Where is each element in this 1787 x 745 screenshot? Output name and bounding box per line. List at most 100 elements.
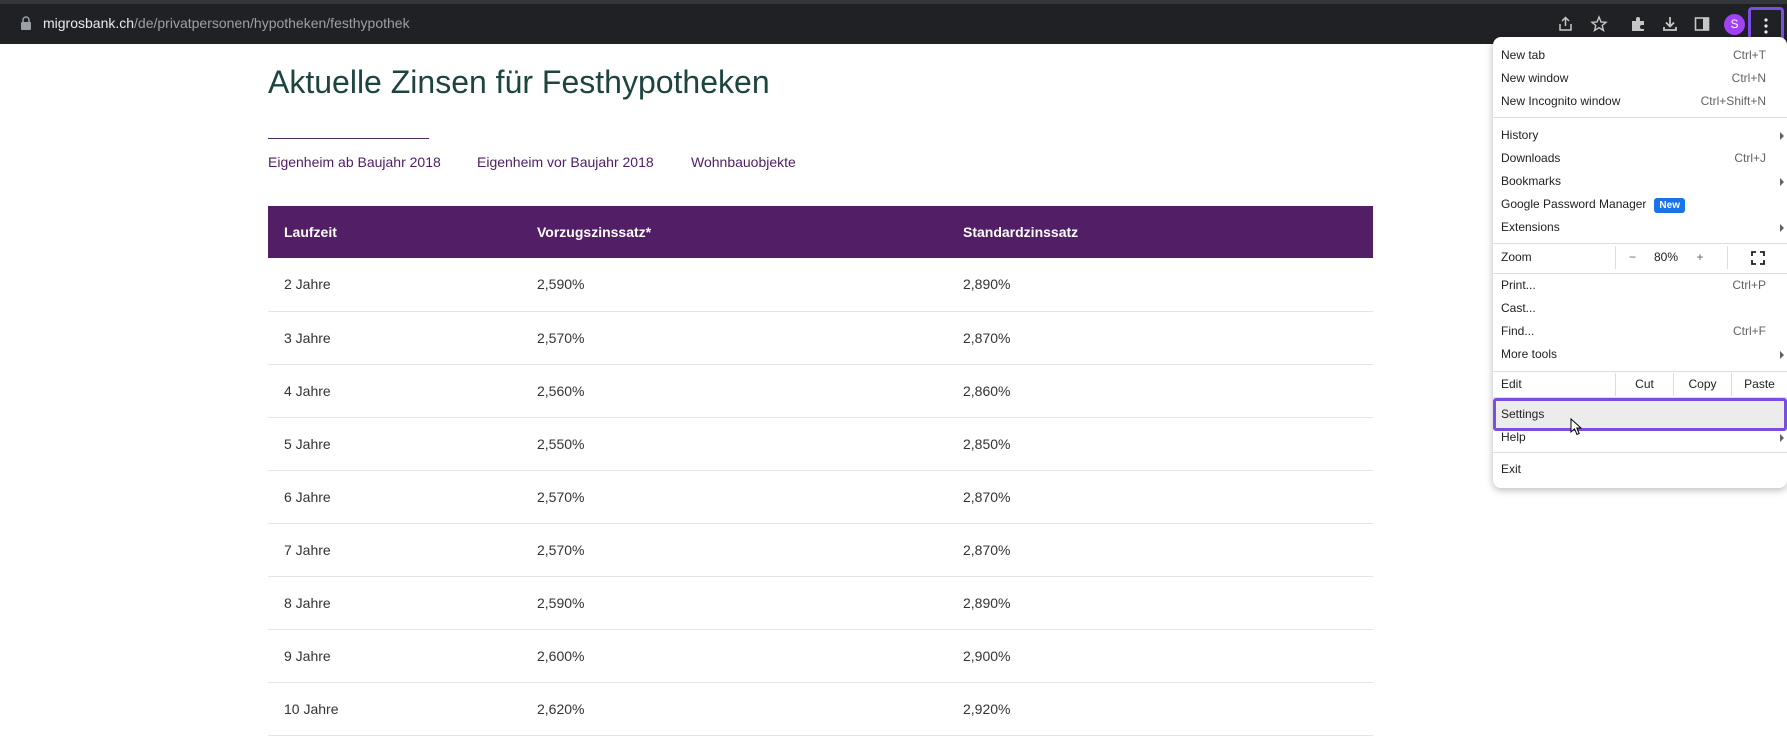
- term-cell: 7 Jahre: [268, 523, 521, 577]
- zoom-label: Zoom: [1501, 250, 1532, 264]
- menu-item-label: Google Password Manager: [1501, 197, 1647, 211]
- standard-rate-cell: 2,890%: [947, 576, 1373, 630]
- menu-bookmarks[interactable]: Bookmarks: [1493, 170, 1787, 193]
- menu-password-manager[interactable]: Google Password Manager New: [1493, 193, 1787, 216]
- menu-item-label: Help: [1501, 430, 1526, 444]
- fullscreen-icon: [1750, 251, 1765, 265]
- menu-extensions[interactable]: Extensions: [1493, 216, 1787, 239]
- header-laufzeit: Laufzeit: [268, 206, 521, 258]
- copy-button[interactable]: Copy: [1673, 373, 1731, 396]
- menu-item-label: Downloads: [1501, 151, 1561, 165]
- table-row: 9 Jahre 2,600% 2,900%: [268, 629, 1373, 683]
- table-row: 2 Jahre 2,590% 2,890%: [268, 258, 1373, 312]
- table-row: 6 Jahre 2,570% 2,870%: [268, 470, 1373, 524]
- profile-avatar[interactable]: S: [1724, 14, 1745, 35]
- tab-wohnbauobjekte[interactable]: Wohnbauobjekte: [691, 154, 796, 170]
- menu-item-label: Find...: [1501, 324, 1535, 338]
- standard-rate-cell: 2,870%: [947, 523, 1373, 577]
- menu-help[interactable]: Help: [1493, 426, 1787, 449]
- menu-shortcut: Ctrl+T: [1733, 48, 1766, 62]
- edit-label: Edit: [1501, 377, 1522, 391]
- term-cell: 5 Jahre: [268, 417, 521, 471]
- preferred-rate-cell: 2,590%: [521, 576, 947, 630]
- preferred-rate-cell: 2,600%: [521, 629, 947, 683]
- preferred-rate-cell: 2,570%: [521, 470, 947, 524]
- menu-shortcut: Ctrl+J: [1734, 151, 1766, 165]
- term-cell: 2 Jahre: [268, 258, 521, 312]
- menu-item-label: History: [1501, 128, 1539, 142]
- menu-item-label: More tools: [1501, 347, 1558, 361]
- term-cell: 4 Jahre: [268, 364, 521, 418]
- menu-item-label: Print...: [1501, 278, 1536, 292]
- preferred-rate-cell: 2,620%: [521, 682, 947, 736]
- menu-item-label: Settings: [1501, 407, 1545, 421]
- standard-rate-cell: 2,920%: [947, 682, 1373, 736]
- menu-new-incognito[interactable]: New Incognito window Ctrl+Shift+N: [1493, 90, 1787, 113]
- zoom-out-button[interactable]: −: [1615, 246, 1649, 269]
- lock-icon: [21, 16, 31, 30]
- active-tab-indicator: [268, 138, 429, 139]
- menu-item-label: Exit: [1501, 462, 1522, 476]
- menu-shortcut: Ctrl+N: [1731, 71, 1766, 85]
- tab-eigenheim-ab-2018[interactable]: Eigenheim ab Baujahr 2018: [268, 154, 441, 170]
- fullscreen-button[interactable]: [1727, 246, 1787, 269]
- tab-eigenheim-vor-2018[interactable]: Eigenheim vor Baujahr 2018: [477, 154, 654, 170]
- address-bar[interactable]: migrosbank.ch/de/privatpersonen/hypothek…: [43, 14, 410, 32]
- submenu-arrow-icon: [1780, 224, 1784, 232]
- standard-rate-cell: 2,890%: [947, 258, 1373, 312]
- standard-rate-cell: 2,870%: [947, 311, 1373, 365]
- table-row: 10 Jahre 2,620% 2,920%: [268, 682, 1373, 736]
- table-row: 8 Jahre 2,590% 2,890%: [268, 576, 1373, 630]
- preferred-rate-cell: 2,550%: [521, 417, 947, 471]
- term-cell: 9 Jahre: [268, 629, 521, 683]
- menu-zoom-row: Zoom − 80% +: [1493, 246, 1787, 269]
- standard-rate-cell: 2,900%: [947, 629, 1373, 683]
- menu-divider: [1493, 243, 1787, 244]
- new-badge: New: [1654, 198, 1685, 213]
- menu-print[interactable]: Print... Ctrl+P: [1493, 274, 1787, 297]
- table-header-row: Laufzeit Vorzugszinssatz* Standardzinssa…: [268, 206, 1373, 258]
- table-row: 5 Jahre 2,550% 2,850%: [268, 417, 1373, 471]
- side-panel-icon[interactable]: [1691, 13, 1713, 35]
- cut-button[interactable]: Cut: [1615, 373, 1673, 396]
- menu-history[interactable]: History: [1493, 124, 1787, 147]
- term-cell: 6 Jahre: [268, 470, 521, 524]
- standard-rate-cell: 2,860%: [947, 364, 1373, 418]
- menu-new-tab[interactable]: New tab Ctrl+T: [1493, 44, 1787, 67]
- submenu-arrow-icon: [1780, 132, 1784, 140]
- page-title: Aktuelle Zinsen für Festhypotheken: [268, 64, 770, 100]
- menu-downloads[interactable]: Downloads Ctrl+J: [1493, 147, 1787, 170]
- download-icon[interactable]: [1659, 13, 1681, 35]
- menu-item-label: Bookmarks: [1501, 174, 1562, 188]
- menu-item-label: New window: [1501, 71, 1569, 85]
- zoom-in-button[interactable]: +: [1683, 246, 1717, 269]
- menu-item-label: Extensions: [1501, 220, 1560, 234]
- url-host: migrosbank.ch: [43, 15, 135, 31]
- header-vorzugszinssatz: Vorzugszinssatz*: [521, 206, 947, 258]
- menu-divider: [1493, 371, 1787, 372]
- menu-item-label: New Incognito window: [1501, 94, 1621, 108]
- table-row: 7 Jahre 2,570% 2,870%: [268, 523, 1373, 577]
- chrome-menu: New tab Ctrl+T New window Ctrl+N New Incog…: [1493, 37, 1787, 488]
- menu-find[interactable]: Find... Ctrl+F: [1493, 320, 1787, 343]
- extensions-icon[interactable]: [1627, 13, 1649, 35]
- menu-exit[interactable]: Exit: [1493, 458, 1787, 481]
- menu-divider: [1493, 117, 1787, 118]
- share-icon[interactable]: [1555, 13, 1577, 35]
- standard-rate-cell: 2,870%: [947, 470, 1373, 524]
- menu-edit-row: Edit Cut Copy Paste: [1493, 373, 1787, 396]
- bookmark-star-icon[interactable]: [1588, 13, 1610, 35]
- menu-shortcut: Ctrl+Shift+N: [1700, 94, 1766, 108]
- menu-more-tools[interactable]: More tools: [1493, 343, 1787, 366]
- standard-rate-cell: 2,850%: [947, 417, 1373, 471]
- menu-new-window[interactable]: New window Ctrl+N: [1493, 67, 1787, 90]
- more-vert-icon: [1764, 17, 1768, 34]
- menu-cast[interactable]: Cast...: [1493, 297, 1787, 320]
- rates-table: Laufzeit Vorzugszinssatz* Standardzinssa…: [268, 206, 1373, 736]
- preferred-rate-cell: 2,570%: [521, 311, 947, 365]
- term-cell: 3 Jahre: [268, 311, 521, 365]
- term-cell: 10 Jahre: [268, 682, 521, 736]
- paste-button[interactable]: Paste: [1731, 373, 1787, 396]
- header-standardzinssatz: Standardzinssatz: [947, 206, 1373, 258]
- table-row: 4 Jahre 2,560% 2,860%: [268, 364, 1373, 418]
